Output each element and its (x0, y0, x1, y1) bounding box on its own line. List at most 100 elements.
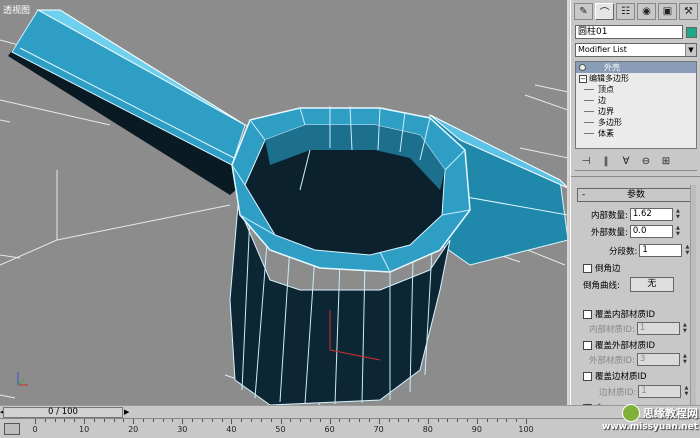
utilities-tab[interactable]: ⚒ (679, 3, 698, 20)
tick-label: 60 (324, 425, 335, 434)
stack-item-edit-poly[interactable]: − 编辑多边形 (576, 73, 696, 84)
command-panel-tabs: ✎ ⌒ ☷ ◉ ▣ ⚒ (574, 3, 698, 21)
override-edge-checkbox[interactable] (583, 371, 592, 381)
chevron-right-icon[interactable]: ▶ (124, 408, 129, 416)
override-edge-label: 覆盖边材质ID (595, 372, 647, 382)
outer-amount-label: 外部数量: (591, 227, 628, 238)
rollout-header[interactable]: - 参数 (577, 188, 695, 202)
object-name-field[interactable]: 圆柱01 (575, 25, 683, 39)
outer-amount-input[interactable]: 0.0 (629, 225, 673, 238)
display-tab[interactable]: ▣ (658, 3, 677, 20)
remove-modifier-icon[interactable]: ⊖ (639, 156, 653, 167)
edge-mat-row: 边材质ID: 1 ▲ ▼ (599, 385, 690, 398)
hierarchy-icon: ☷ (621, 6, 630, 17)
minor-tick (280, 419, 282, 424)
modify-tab[interactable]: ⌒ (595, 3, 614, 20)
watermark-logo-icon (622, 404, 640, 422)
stack-sub-border[interactable]: 边界 (576, 106, 696, 117)
inner-amount-input[interactable]: 1.62 (629, 208, 673, 221)
stack-sub-label: 体素 (598, 129, 614, 138)
minor-tick (339, 419, 341, 422)
modifier-list-dropdown[interactable]: Modifier List ▼ (575, 43, 697, 57)
outer-mat-input[interactable]: 3 (636, 353, 680, 366)
perspective-viewport[interactable]: 透视图 (0, 0, 569, 405)
lightbulb-icon[interactable] (579, 64, 586, 71)
outer-amount-row: 外部数量: 0.0 ▲ ▼ (591, 225, 682, 238)
minor-tick (54, 419, 56, 422)
tick-label: 70 (373, 425, 384, 434)
expand-icon[interactable]: − (579, 75, 587, 83)
inner-mat-input[interactable]: 1 (636, 322, 680, 335)
app-window: 透视图 ✎ ⌒ ☷ ◉ ▣ ⚒ 圆柱01 Modifier List ▼ 外壳 … (0, 0, 700, 438)
inner-mat-label: 内部材质ID: (589, 324, 635, 335)
display-icon: ▣ (662, 6, 673, 17)
minor-tick (74, 419, 76, 422)
stack-sub-edge[interactable]: 边 (576, 95, 696, 106)
outer-mat-spinner[interactable]: ▲ ▼ (681, 353, 689, 366)
tick-label: 30 (177, 425, 188, 434)
parameters-rollout: - 参数 内部数量: 1.62 ▲ ▼ 外部数量: 0.0 ▲ ▼ 分段数: 1 ▲… (577, 188, 695, 414)
motion-tab[interactable]: ◉ (637, 3, 656, 20)
create-icon: ✎ (579, 6, 588, 17)
pin-stack-icon[interactable]: ⊣ (579, 156, 593, 167)
minor-tick (388, 419, 390, 422)
override-inner-checkbox[interactable] (583, 309, 592, 319)
minor-tick (143, 419, 145, 422)
make-unique-icon[interactable]: ∀ (619, 156, 633, 167)
track-bar-toggle-icon[interactable] (4, 423, 20, 435)
segments-input[interactable]: 1 (639, 244, 683, 257)
stack-sub-label: 多边形 (598, 118, 622, 127)
viewport-label[interactable]: 透视图 (3, 3, 30, 16)
minor-tick (329, 419, 331, 424)
stack-item-label: 外壳 (604, 63, 620, 72)
utilities-icon: ⚒ (684, 6, 693, 17)
configure-sets-icon[interactable]: ⊞ (659, 156, 673, 167)
modifier-list-label: Modifier List (578, 45, 627, 54)
watermark: 思缘教程网 www.missyuan.net (602, 404, 698, 432)
stack-sub-vertex[interactable]: 顶点 (576, 84, 696, 95)
show-end-result-icon[interactable]: ‖ (599, 156, 613, 167)
tick-label: 50 (275, 425, 286, 434)
minor-tick (113, 419, 115, 422)
minor-tick (241, 419, 243, 422)
minor-tick (417, 419, 419, 422)
minor-tick (221, 419, 223, 422)
minor-tick (516, 419, 518, 422)
tick-label: 90 (471, 425, 482, 434)
track-bar[interactable]: 0 10 20 30 40 50 60 70 80 90 100 (0, 418, 700, 438)
scene-render (0, 9, 567, 405)
inner-mat-spinner[interactable]: ▲ ▼ (681, 322, 689, 335)
stack-item-shell[interactable]: 外壳 (576, 62, 696, 73)
minor-tick (349, 419, 351, 422)
bevel-curve-button[interactable]: 无 (629, 277, 674, 292)
outer-mat-label: 外部材质ID: (589, 355, 635, 366)
object-color-swatch[interactable] (686, 26, 697, 38)
inner-amount-spinner[interactable]: ▲ ▼ (674, 208, 682, 221)
override-outer-label: 覆盖外部材质ID (595, 341, 656, 351)
stack-sub-element[interactable]: 体素 (576, 128, 696, 139)
minor-tick (290, 419, 292, 422)
minor-tick (84, 419, 86, 424)
create-tab[interactable]: ✎ (574, 3, 593, 20)
stack-sub-polygon[interactable]: 多边形 (576, 117, 696, 128)
stack-item-label: 编辑多边形 (589, 74, 629, 83)
minor-tick (476, 419, 478, 424)
panel-scrollbar[interactable] (690, 185, 696, 405)
minor-tick (437, 419, 439, 422)
minor-tick (526, 419, 527, 424)
override-outer-checkbox[interactable] (583, 340, 592, 350)
minor-tick (309, 419, 311, 422)
minor-tick (457, 419, 459, 422)
outer-amount-spinner[interactable]: ▲ ▼ (674, 225, 682, 238)
time-slider[interactable]: 0 / 100 (3, 407, 123, 418)
minor-tick (506, 419, 508, 422)
time-slider-bar: ◀ 0 / 100 ▶ (0, 405, 700, 418)
outer-mat-row: 外部材质ID: 3 ▲ ▼ (589, 353, 689, 366)
minor-tick (93, 419, 95, 422)
minor-tick (496, 419, 498, 422)
bevel-edges-checkbox[interactable] (583, 263, 592, 273)
hierarchy-tab[interactable]: ☷ (616, 3, 635, 20)
edge-mat-input[interactable]: 1 (638, 385, 682, 398)
collapse-icon: - (582, 190, 586, 200)
minor-tick (408, 419, 410, 422)
